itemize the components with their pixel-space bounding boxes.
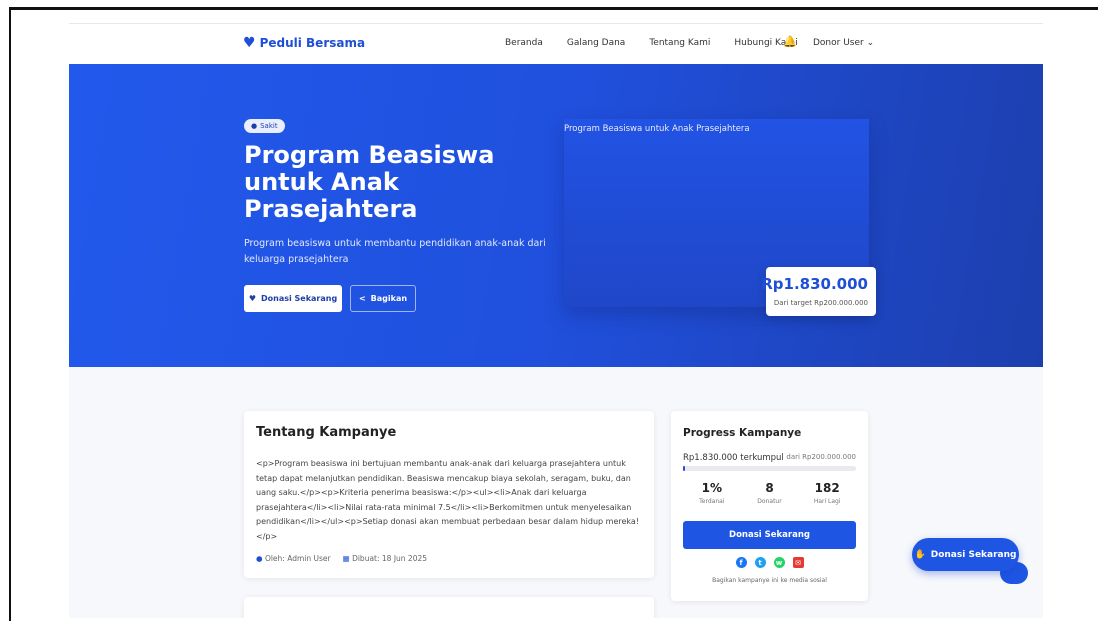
email-icon[interactable]: ✉ [792, 557, 804, 568]
category-badge: ● Sakit [244, 119, 285, 133]
author-info: ● Oleh: Admin User [256, 554, 331, 563]
nav-links: Beranda Galang Dana Tentang Kami Hubungi… [505, 38, 798, 48]
share-note: Bagikan kampanye ini ke media sosial [712, 577, 827, 584]
chevron-down-icon: ⌄ [866, 38, 875, 48]
campaign-stats: 1% Terdanai 8 Donatur 182 Hari Lagi [683, 481, 856, 505]
next-card [244, 597, 654, 618]
about-heading: Tentang Kampanye [256, 425, 397, 440]
tag-icon: ● [251, 122, 258, 130]
donate-button[interactable]: ♥ Donasi Sekarang [244, 285, 342, 312]
floating-donate-button[interactable]: ✋ Donasi Sekarang [912, 538, 1019, 571]
calendar-icon: ▦ [342, 554, 350, 563]
progress-bar [683, 466, 856, 471]
stat-days-left: 182 Hari Lagi [813, 481, 841, 505]
progress-bar-fill [683, 466, 685, 471]
campaign-title: Program Beasiswa untuk Anak Prasejahtera [244, 141, 495, 223]
social-share: f t w ✉ [671, 557, 868, 568]
created-info: ▦ Dibuat: 18 Jun 2025 [342, 554, 428, 563]
amount-card: Rp1.830.000 Dari target Rp200.000.000 [761, 267, 876, 316]
share-button-label: Bagikan [370, 294, 408, 303]
user-icon: ● [256, 554, 263, 563]
collected-amount: Rp1.830.000 [761, 275, 868, 293]
heart-icon: ♥ [248, 294, 256, 303]
facebook-icon[interactable]: f [735, 557, 747, 568]
heart-icon: ♥ [243, 35, 256, 51]
target-text: Dari target Rp200.000.000 [773, 299, 868, 307]
progress-card: Progress Kampanye Rp1.830.000 terkumpul … [671, 411, 868, 601]
twitter-icon[interactable]: t [754, 557, 766, 568]
nav-link-galang-dana[interactable]: Galang Dana [567, 38, 625, 48]
brand-logo[interactable]: ♥ Peduli Bersama [243, 36, 365, 50]
brand-name: Peduli Bersama [259, 36, 366, 50]
about-campaign-card: Tentang Kampanye <p>Program beasiswa ini… [244, 411, 654, 578]
browser-frame: ♥ Peduli Bersama Beranda Galang Dana Ten… [9, 7, 1098, 621]
share-icon: < [358, 294, 366, 303]
about-body: <p>Program beasiswa ini bertujuan memban… [256, 459, 640, 541]
page: ♥ Peduli Bersama Beranda Galang Dana Ten… [69, 23, 1043, 618]
stat-donors: 8 Donatur [757, 481, 782, 505]
user-name: Donor User [813, 38, 864, 48]
nav-link-tentang-kami[interactable]: Tentang Kami [649, 38, 710, 48]
target-amount: dari Rp200.000.000 [786, 453, 856, 461]
donate-hand-icon: ✋ [914, 549, 926, 560]
user-menu[interactable]: Donor User ⌄ [813, 38, 874, 48]
progress-heading: Progress Kampanye [683, 427, 802, 439]
campaign-meta: ● Oleh: Admin User ▦ Dibuat: 18 Jun 2025 [256, 554, 427, 563]
collected-text: Rp1.830.000 terkumpul [683, 453, 784, 463]
bell-icon[interactable]: 🔔 [783, 35, 797, 48]
donate-button-label: Donasi Sekarang [260, 294, 338, 303]
progress-donate-button[interactable]: Donasi Sekarang [683, 521, 856, 549]
floating-donate-label: Donasi Sekarang [930, 549, 1017, 560]
campaign-description: Program beasiswa untuk membantu pendidik… [244, 238, 546, 265]
whatsapp-icon[interactable]: w [773, 557, 785, 568]
navbar: ♥ Peduli Bersama Beranda Galang Dana Ten… [69, 23, 1043, 64]
nav-link-beranda[interactable]: Beranda [505, 38, 543, 48]
hero-section: ● Sakit Program Beasiswa untuk Anak Pras… [69, 64, 1043, 367]
image-alt-text: Program Beasiswa untuk Anak Prasejahtera [564, 124, 750, 134]
category-label: Sakit [260, 122, 278, 130]
share-button[interactable]: < Bagikan [350, 285, 416, 312]
stat-funded: 1% Terdanai [699, 481, 725, 505]
